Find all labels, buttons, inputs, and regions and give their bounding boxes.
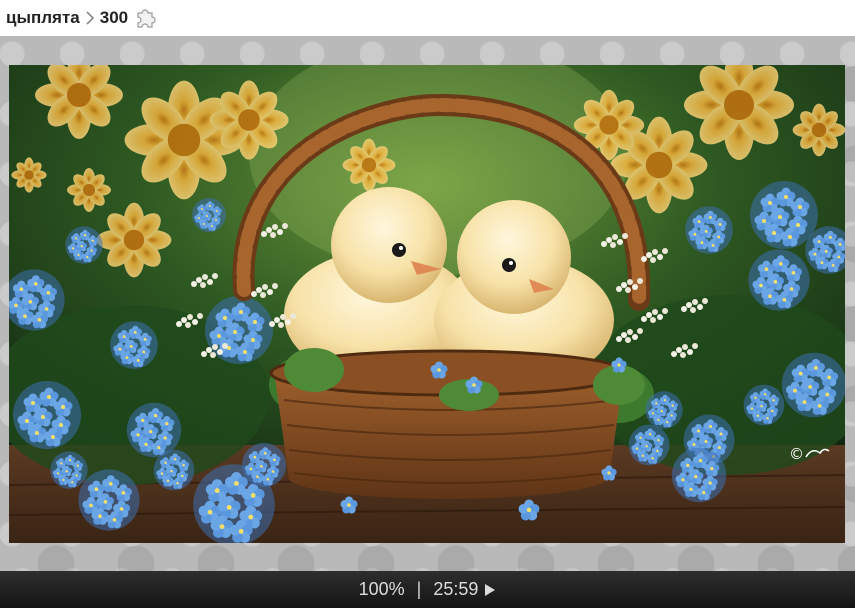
timer: 25:59 [433,579,479,599]
piece-count: 300 [99,8,129,27]
breadcrumb-category[interactable]: цыплята [6,8,80,28]
puzzle-piece-icon [134,6,158,30]
progress-text: 100% [358,579,405,599]
status-separator: | [416,579,422,599]
puzzle-image[interactable]: © [9,65,845,543]
watermark: © [789,445,804,463]
status-bar: 100% | 25:59 [0,571,855,608]
puzzle-board: © [0,36,855,571]
chicks-in-basket-picture: © [9,65,845,543]
header: цыплята 300 [0,0,855,36]
play-icon[interactable] [484,583,496,597]
chevron-right-icon [85,11,95,25]
